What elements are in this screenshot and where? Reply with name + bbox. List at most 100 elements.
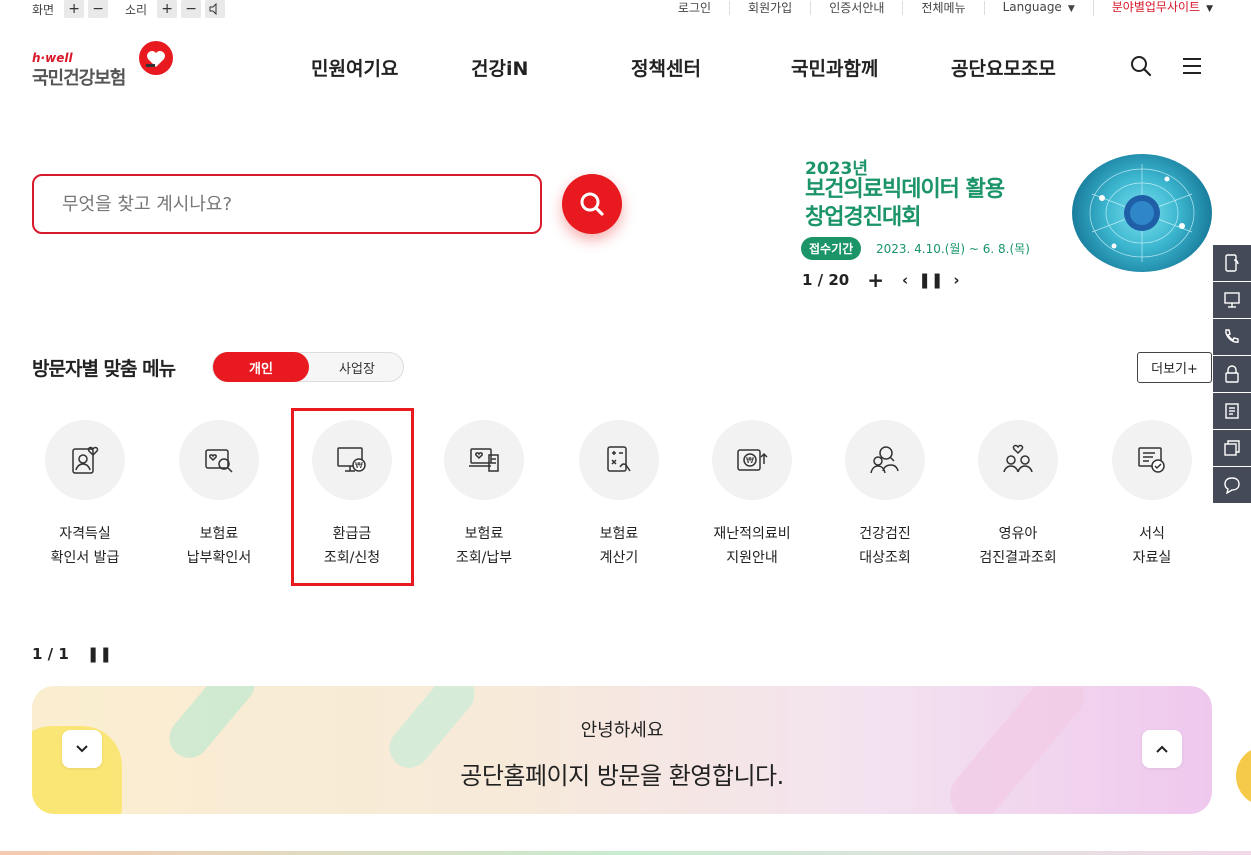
search-input[interactable]: [34, 176, 540, 232]
nav-with-citizens[interactable]: 국민과함께: [791, 54, 878, 81]
menu-icon-circle: [579, 420, 659, 500]
menu-premium-calculator[interactable]: 보험료계산기: [559, 420, 679, 580]
person-card-icon: [72, 446, 99, 474]
quick-copy-button[interactable]: [1213, 430, 1251, 466]
quick-phone-button[interactable]: [1213, 319, 1251, 355]
nav-corporation-info[interactable]: 공단요모조모: [951, 54, 1056, 81]
document-icon: [1225, 403, 1239, 419]
certificate-guide-link[interactable]: 인증서안내: [811, 1, 904, 15]
menu-premium-payment-certificate[interactable]: 보험료납부확인서: [159, 420, 279, 580]
menu-health-checkup-target[interactable]: 건강검진대상조회: [825, 420, 945, 580]
menu-label-line1: 자격득실: [59, 526, 111, 542]
search-box: [32, 174, 542, 234]
speaker-icon[interactable]: [205, 0, 226, 18]
menu-label-line1: 건강검진: [859, 526, 911, 542]
quick-document-button[interactable]: [1213, 393, 1251, 429]
menu-icon-circle: [845, 420, 925, 500]
sound-label: 소리: [125, 2, 148, 17]
bottom-decor-strip: [0, 851, 1251, 855]
full-menu-link[interactable]: 전체메뉴: [903, 1, 985, 15]
menu-icon-circle: [1112, 420, 1192, 500]
menu-label-line1: 보험료: [199, 526, 239, 542]
tab-business[interactable]: 사업장: [309, 353, 405, 381]
menu-catastrophic-medical-support[interactable]: ₩ 재난적의료비 지원안내: [692, 420, 812, 580]
visitor-type-toggle: 개인 사업장: [212, 352, 404, 382]
menu-label: 자격득실확인서 발급: [25, 522, 145, 570]
menu-forms-library[interactable]: 서식 자료실: [1092, 420, 1212, 580]
search-icon[interactable]: [1129, 54, 1153, 78]
chevron-up-icon: [1156, 745, 1168, 753]
caret-down-icon: ▼: [1067, 4, 1075, 14]
nav-health-in[interactable]: 건강iN: [471, 54, 528, 81]
menu-label: 건강검진대상조회: [825, 522, 945, 570]
hamburger-menu-icon[interactable]: [1180, 54, 1204, 78]
screen-zoom-out-button[interactable]: −: [88, 0, 109, 18]
people-search-icon: [870, 446, 899, 474]
menu-premium-inquiry-payment[interactable]: 보험료조회/납부: [424, 420, 544, 580]
menu-label-line2: 대상조회: [859, 550, 911, 566]
menu-label-line2: 지원안내: [726, 550, 778, 566]
banner-title[interactable]: 보건의료빅데이터 활용 창업경진대회: [805, 176, 1005, 232]
language-label: Language: [1002, 0, 1062, 14]
business-sites-select[interactable]: 분야별업무사이트 ▼: [1094, 0, 1213, 16]
sound-up-button[interactable]: +: [157, 0, 178, 18]
laptop-receipt-icon: [469, 448, 499, 472]
menu-icon-circle: [179, 420, 259, 500]
menu-label: 보험료납부확인서: [159, 522, 279, 570]
nav-civil-affairs[interactable]: 민원여기요: [311, 54, 398, 81]
language-select[interactable]: Language ▼: [985, 0, 1094, 16]
screen-zoom-in-button[interactable]: +: [64, 0, 85, 18]
pause-icon[interactable]: ❚❚: [918, 271, 943, 289]
signup-link[interactable]: 회원가입: [730, 1, 812, 15]
chat-bubble-icon: [1224, 477, 1240, 494]
menu-label-line1: 영유아: [998, 526, 1038, 542]
svg-text:₩: ₩: [746, 456, 754, 465]
utility-bar: 화면 + − 소리 + − 로그인 회원가입 인증서안내 전체메뉴 Langua…: [0, 0, 1251, 20]
menu-label: 서식 자료실: [1092, 522, 1212, 570]
more-button[interactable]: 더보기+: [1137, 352, 1212, 383]
prev-arrow-icon[interactable]: ‹: [902, 271, 908, 289]
quick-mobile-button[interactable]: [1213, 245, 1251, 281]
menu-label-line2: 계산기: [599, 550, 639, 566]
plus-icon[interactable]: +: [867, 268, 884, 292]
collapse-up-button[interactable]: [1142, 730, 1182, 768]
welcome-banner: 안녕하세요 공단홈페이지 방문을 환영합니다.: [32, 686, 1212, 814]
logo-brand-text: h·well: [32, 51, 73, 65]
next-arrow-icon[interactable]: ›: [953, 271, 959, 289]
login-link[interactable]: 로그인: [660, 1, 731, 15]
welcome-greeting: 안녕하세요: [580, 720, 664, 741]
heart-logo-icon: [139, 41, 173, 75]
nav-policy-center[interactable]: 정책센터: [631, 54, 701, 81]
menu-label-line1: 보험료: [464, 526, 504, 542]
chevron-down-icon: [76, 745, 88, 753]
data-globe-image[interactable]: [1072, 154, 1212, 272]
banner-date: 2023. 4.10.(월) ~ 6. 8.(목): [876, 242, 1030, 256]
menu-infant-checkup-results[interactable]: 영유아 검진결과조회: [958, 420, 1078, 580]
menu-icon-circle: [444, 420, 524, 500]
quick-lock-button[interactable]: [1213, 356, 1251, 392]
wallet-won-icon: ₩: [737, 449, 768, 471]
menu-label: 재난적의료비 지원안내: [692, 522, 812, 570]
menu-label-line2: 납부확인서: [186, 550, 252, 566]
menu-qualification-certificate[interactable]: 자격득실확인서 발급: [25, 420, 145, 580]
highlight-box: [291, 408, 414, 586]
pause-icon[interactable]: ❚❚: [87, 645, 112, 663]
search-button[interactable]: [562, 174, 622, 234]
chatbot-button[interactable]: [1236, 746, 1251, 806]
sound-down-button[interactable]: −: [181, 0, 202, 18]
banner-pager: 1 / 20: [802, 271, 850, 289]
menu-label: 보험료조회/납부: [424, 522, 544, 570]
tab-personal[interactable]: 개인: [213, 352, 309, 382]
banner-title-line2: 창업경진대회: [805, 205, 921, 230]
family-heart-icon: [1003, 444, 1033, 473]
expand-down-button[interactable]: [62, 730, 102, 768]
site-logo[interactable]: h·well 국민건강보험: [32, 40, 182, 92]
visitor-menu-title: 방문자별 맞춤 메뉴: [32, 358, 176, 380]
menu-label-line2: 확인서 발급: [50, 550, 120, 566]
menu-label-line2: 조회/납부: [455, 550, 513, 566]
menu-label: 영유아 검진결과조회: [958, 522, 1078, 570]
phone-icon: [1225, 329, 1239, 343]
quick-chat-button[interactable]: [1213, 467, 1251, 503]
menu-label-line1: 보험료: [599, 526, 639, 542]
quick-monitor-button[interactable]: [1213, 282, 1251, 318]
